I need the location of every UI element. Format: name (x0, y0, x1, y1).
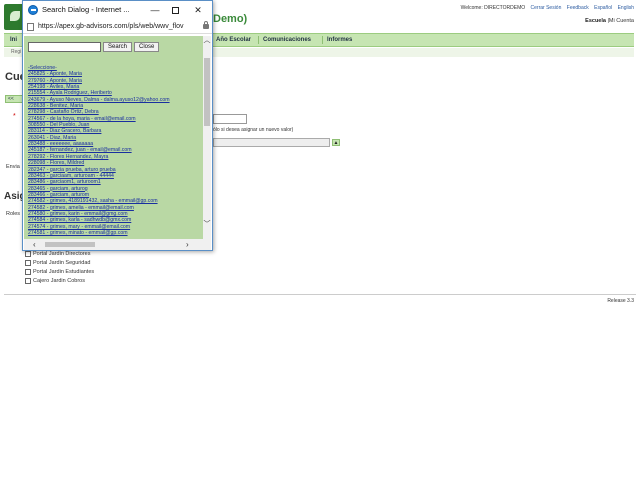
vertical-scroll-thumb[interactable] (204, 58, 210, 126)
internet-explorer-icon (28, 5, 38, 15)
role-checkbox[interactable] (25, 250, 31, 257)
role-label: Portal Jardin Directores (33, 250, 91, 257)
app-title: Demo) (213, 13, 248, 25)
role-checkbox[interactable] (25, 268, 31, 275)
user-select[interactable] (213, 138, 330, 147)
account-links: Escuela |Mi Cuenta (585, 18, 634, 24)
account-field[interactable] (213, 114, 247, 124)
roles-label: Roles (6, 211, 21, 217)
nav-item-informes[interactable]: Informes (322, 36, 356, 44)
select-lookup-button[interactable]: ▲ (332, 139, 340, 146)
role-label: Portal Jardin Estudiantes (33, 268, 95, 275)
role-item: Portal Jardin Seguridad (25, 258, 94, 267)
search-input[interactable] (28, 42, 101, 52)
scroll-right-arrow-icon[interactable]: › (186, 240, 189, 249)
feedback-link[interactable]: Feedback (567, 5, 589, 11)
address-url: https://apex.gb-advisors.com/pls/web/wwv… (38, 23, 184, 30)
vertical-scrollbar[interactable]: ︿ ﹀ (203, 36, 211, 239)
search-row: Search Close (28, 42, 160, 52)
footer-divider (4, 294, 636, 295)
nav-item-ano-escolar[interactable]: Año Escolar (211, 36, 255, 44)
window-title: Search Dialog - Internet ... (42, 5, 130, 14)
logout-link[interactable]: Cerrar Sesión (531, 5, 562, 11)
maximize-icon (171, 7, 179, 15)
lock-icon (203, 21, 209, 29)
maximize-button[interactable] (168, 3, 182, 17)
search-dialog-window: Search Dialog - Internet ... — ✕ https:/… (22, 0, 213, 251)
close-button[interactable]: Close (134, 42, 160, 52)
language-english-link[interactable]: English (618, 5, 634, 11)
sub-nav-item[interactable]: Regi (11, 49, 21, 55)
release-label: Release 3.3 (607, 298, 634, 304)
search-button[interactable]: Search (103, 42, 133, 52)
close-window-button[interactable]: ✕ (191, 3, 205, 17)
field-hint: ólo si desea asignar un nuevo valor) (213, 127, 294, 133)
nav-item-comunicaciones[interactable]: Comunicaciones (258, 36, 315, 44)
scroll-down-arrow-icon[interactable]: ﹀ (203, 221, 211, 229)
roles-list: Portal Jardin Directores Portal Jardin S… (25, 249, 94, 285)
role-item: Portal Jardin Estudiantes (25, 267, 94, 276)
page-icon (27, 23, 34, 31)
nav-item-inicio[interactable]: Ini (6, 36, 21, 44)
required-marker: * (13, 113, 16, 120)
send-label: Envia (6, 164, 20, 170)
role-label: Portal Jardin Seguridad (33, 259, 91, 266)
window-titlebar[interactable]: Search Dialog - Internet ... — ✕ (23, 1, 212, 20)
top-links: Welcome: DIRECTORDEMO Cerrar Sesión Feed… (457, 5, 634, 11)
my-account-link[interactable]: Mi Cuenta (609, 18, 634, 24)
scroll-left-arrow-icon[interactable]: ‹ (33, 240, 36, 249)
horizontal-scroll-thumb[interactable] (45, 242, 95, 247)
school-link[interactable]: Escuela (585, 18, 606, 24)
role-label: Cajero Jardin Cobros (33, 277, 85, 284)
address-bar[interactable]: https://apex.gb-advisors.com/pls/web/wwv… (23, 20, 212, 34)
welcome-text: Welcome: DIRECTORDEMO (460, 5, 526, 11)
horizontal-scrollbar[interactable]: ‹ › (24, 239, 203, 250)
scroll-up-arrow-icon[interactable]: ︿ (203, 37, 211, 45)
role-item: Cajero Jardin Cobros (25, 276, 94, 285)
language-spanish-link[interactable]: Español (594, 5, 612, 11)
result-link[interactable]: 274581 - grimes, minato - emmail@gp.com (28, 230, 203, 236)
search-dialog-content: Search Close -Seleccione- 245825 - Aponte… (24, 36, 203, 239)
role-checkbox[interactable] (25, 259, 31, 266)
results-list: -Seleccione- 245825 - Aponte, Maria 279760… (28, 65, 203, 236)
minimize-button[interactable]: — (148, 3, 162, 17)
role-checkbox[interactable] (25, 277, 31, 284)
scrollbar-corner (203, 239, 211, 250)
